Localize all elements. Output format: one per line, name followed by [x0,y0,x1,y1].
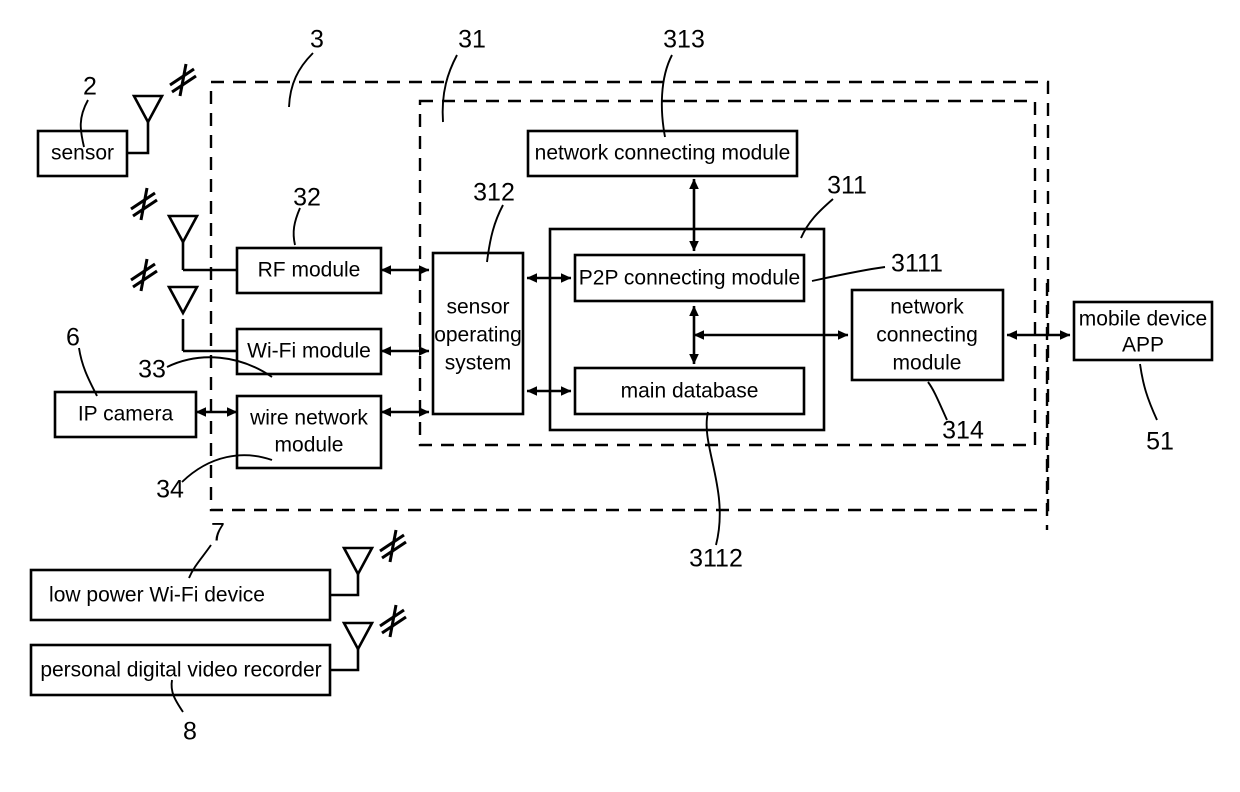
label-ip-camera: IP camera [78,403,174,426]
patent-figure: sensor IP camera RF module Wi-Fi module … [0,0,1240,792]
ref-sensor: 2 [83,73,97,101]
label-wifi-module: Wi-Fi module [247,340,371,363]
leader-ip-camera [78,347,98,397]
ref-outer-system: 3 [310,26,324,54]
wireless-signal-icon-wifi [130,258,158,292]
label-rf-module: RF module [258,259,361,282]
ref-mobile-device-app: 51 [1146,428,1174,456]
antenna-icon-wifi [166,285,237,353]
ref-low-power-wifi-device: 7 [211,519,225,547]
svg-text:sensor: sensor [446,296,509,319]
leader-inner-system [441,54,458,123]
ref-p2p-connecting-module: 3111 [891,250,943,278]
wireless-signal-icon-rf [130,187,158,221]
label-sensor-operating-system: sensor operating system [434,296,522,375]
svg-text:network: network [890,296,964,319]
svg-text:mobile device: mobile device [1079,308,1207,331]
ref-main-database: 3112 [689,545,743,573]
antenna-icon-pdvr [330,621,375,672]
leader-p2p-group [800,198,834,239]
ref-sensor-operating-system: 312 [473,179,515,207]
leader-network-connecting-module-right [927,381,948,421]
ref-wire-network-module: 34 [156,476,184,504]
label-sensor: sensor [51,142,114,165]
svg-text:APP: APP [1122,334,1164,357]
ref-network-connecting-module-top: 313 [663,26,705,54]
label-low-power-wifi-device: low power Wi-Fi device [49,584,265,607]
ref-pdvr: 8 [183,718,197,746]
antenna-icon-rf [166,214,237,272]
svg-text:system: system [445,352,512,375]
leader-rf-module [292,207,301,246]
svg-text:module: module [893,352,962,375]
leader-outer-system [288,52,314,108]
ref-network-connecting-module-right: 314 [942,417,984,445]
ref-p2p-group: 311 [827,172,867,200]
wireless-signal-icon-lowpower [379,529,407,563]
leader-main-database [705,411,721,546]
antenna-icon-lowpower [330,546,375,597]
svg-text:operating: operating [434,324,522,347]
svg-text:connecting: connecting [876,324,978,347]
ref-rf-module: 32 [293,184,321,212]
wireless-signal-icon-pdvr [379,604,407,638]
ref-wifi-module: 33 [138,356,166,384]
figure-canvas: sensor IP camera RF module Wi-Fi module … [29,26,1214,746]
label-p2p-connecting-module: P2P connecting module [579,267,800,290]
label-main-database: main database [621,380,759,403]
wireless-signal-icon-sensor [169,63,197,97]
antenna-icon-sensor [127,94,165,155]
leader-mobile-device-app [1139,363,1158,421]
label-network-connecting-module-top: network connecting module [535,142,791,165]
ref-inner-system: 31 [458,26,486,54]
label-personal-digital-video-recorder: personal digital video recorder [40,659,321,682]
svg-text:module: module [275,434,344,457]
leader-network-connecting-module-top [660,54,673,138]
ref-ip-camera: 6 [66,324,80,352]
svg-text:wire network: wire network [249,407,368,430]
